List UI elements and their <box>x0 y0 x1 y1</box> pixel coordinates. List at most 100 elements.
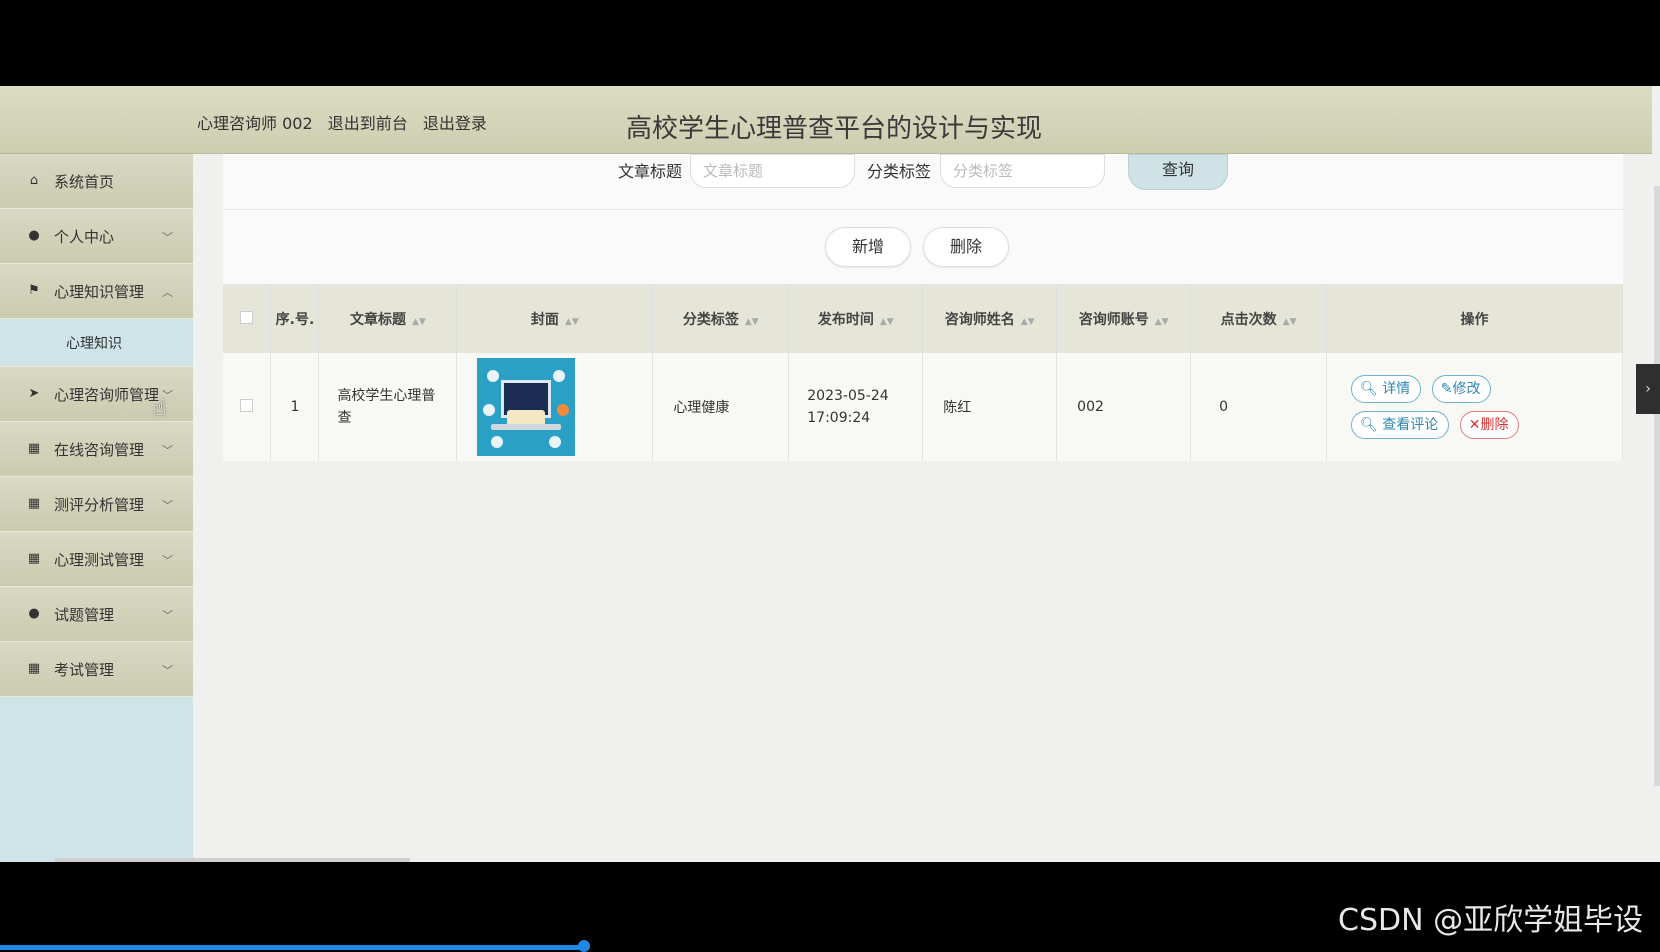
edit-button[interactable]: ✎修改 <box>1431 375 1492 403</box>
col-index: 序.号. <box>270 285 320 353</box>
main-content: 文章标题 分类标签 查询 新增 删除 序.号. 文章标题 ▲▼ 封面 ▲▼ 分类标签… <box>223 154 1623 461</box>
top-header: 心理咨询师 002 退出到前台 退出登录 高校学生心理普查平台的设计与实现 <box>0 86 1652 154</box>
sidebar-item-profile[interactable]: ● 个人中心 ﹀ <box>0 209 193 264</box>
search-icon: 🔍︎ <box>1360 381 1378 397</box>
user-icon: ● <box>28 228 40 243</box>
sidebar-item-label: 考试管理 <box>54 660 115 679</box>
view-comments-button[interactable]: 🔍︎ 查看评论 <box>1351 411 1450 439</box>
sidebar-item-label: 试题管理 <box>54 605 115 624</box>
chevron-down-icon: ﹀ <box>162 609 173 622</box>
logout-link[interactable]: 退出登录 <box>423 114 487 133</box>
flag-icon: ⚑ <box>28 283 40 298</box>
watermark: CSDN @亚欣学姐毕设 <box>1338 903 1644 938</box>
col-counselor-name[interactable]: 咨询师姓名 ▲▼ <box>922 285 1058 353</box>
home-icon: ⌂ <box>29 173 39 188</box>
col-clicks[interactable]: 点击次数 ▲▼ <box>1190 285 1328 353</box>
sidebar-item-tests[interactable]: ▦ 心理测试管理 ﹀ <box>0 532 193 587</box>
col-cover[interactable]: 封面 ▲▼ <box>456 285 654 353</box>
sort-icon: ▲▼ <box>1020 317 1035 327</box>
row-cover-cell <box>456 353 654 461</box>
chevron-down-icon: ﹀ <box>162 444 173 457</box>
query-button[interactable]: 查询 <box>1128 154 1228 190</box>
select-all-header <box>223 285 272 353</box>
col-category[interactable]: 分类标签 ▲▼ <box>652 285 790 353</box>
video-progress-bar[interactable] <box>0 945 583 950</box>
chevron-down-icon: ﹀ <box>162 554 173 567</box>
col-time-label: 发布时间 <box>817 312 874 328</box>
row-delete-button[interactable]: ✕删除 <box>1459 411 1520 439</box>
video-progress-handle[interactable] <box>578 940 590 952</box>
sidebar-item-analysis[interactable]: ▦ 测评分析管理 ﹀ <box>0 477 193 532</box>
chevron-down-icon: ﹀ <box>162 499 173 512</box>
grid-icon: ▦ <box>27 661 41 676</box>
sidebar-item-label: 在线咨询管理 <box>54 440 145 459</box>
sidebar-item-label: 系统首页 <box>54 172 115 191</box>
col-counselor-name-label: 咨询师姓名 <box>944 312 1015 328</box>
horizontal-scrollbar[interactable] <box>55 858 410 862</box>
row-checkbox[interactable] <box>240 398 254 412</box>
row-counselor-account: 002 <box>1056 353 1192 461</box>
comments-label: 查看评论 <box>1382 417 1439 433</box>
search-icon: 🔍︎ <box>1360 417 1378 433</box>
back-to-front-link[interactable]: 退出到前台 <box>328 114 408 133</box>
sort-icon: ▲▼ <box>411 317 426 327</box>
edit-icon: ✎ <box>1440 381 1453 397</box>
row-counselor-name: 陈红 <box>922 353 1058 461</box>
col-ops: 操作 <box>1326 285 1623 353</box>
chevron-right-icon: › <box>1645 381 1651 397</box>
sidebar-item-label: 心理测试管理 <box>54 550 145 569</box>
close-icon: ✕ <box>1468 417 1481 433</box>
col-title-label: 文章标题 <box>349 312 406 328</box>
sort-icon: ▲▼ <box>564 317 579 327</box>
sidebar-item-knowledge[interactable]: ⚑ 心理知识管理 ︿ <box>0 264 193 319</box>
sort-icon: ▲▼ <box>1282 317 1297 327</box>
row-select-cell <box>223 353 272 461</box>
select-all-checkbox[interactable] <box>240 310 254 324</box>
cover-image[interactable] <box>477 358 576 456</box>
table-header-row: 序.号. 文章标题 ▲▼ 封面 ▲▼ 分类标签 ▲▼ 发布时间 ▲▼ 咨询师姓名 ▲▼ 咨… <box>223 285 1623 353</box>
search-panel: 文章标题 分类标签 查询 <box>223 154 1623 210</box>
expand-panel-button[interactable]: › <box>1636 364 1660 414</box>
col-cover-label: 封面 <box>530 312 559 328</box>
sidebar: ⌂ 系统首页 ● 个人中心 ﹀ ⚑ 心理知识管理 ︿ 心理知识 ➤ 心理咨询师管… <box>0 154 193 862</box>
col-counselor-account[interactable]: 咨询师账号 ▲▼ <box>1056 285 1192 353</box>
chevron-up-icon: ︿ <box>162 286 173 299</box>
sidebar-item-home[interactable]: ⌂ 系统首页 <box>0 154 193 209</box>
add-button[interactable]: 新增 <box>825 227 911 267</box>
sidebar-item-questions[interactable]: ● 试题管理 ﹀ <box>0 587 193 642</box>
chevron-down-icon: ﹀ <box>162 231 173 244</box>
detail-button[interactable]: 🔍︎ 详情 <box>1351 375 1422 403</box>
app-window: 心理咨询师 002 退出到前台 退出登录 高校学生心理普查平台的设计与实现 ⌂ … <box>0 86 1660 862</box>
sidebar-item-label: 个人中心 <box>54 227 115 246</box>
vertical-scrollbar[interactable] <box>1654 186 1660 786</box>
category-search-input[interactable] <box>940 154 1105 188</box>
delete-button[interactable]: 删除 <box>923 227 1009 267</box>
user-label: 心理咨询师 002 <box>197 114 313 133</box>
bulb-icon: ● <box>28 606 40 621</box>
sort-icon: ▲▼ <box>879 317 894 327</box>
page-title: 高校学生心理普查平台的设计与实现 <box>626 114 1043 144</box>
col-time[interactable]: 发布时间 ▲▼ <box>788 285 924 353</box>
title-search-input[interactable] <box>690 154 855 188</box>
user-bar: 心理咨询师 002 退出到前台 退出登录 <box>197 110 497 134</box>
row-clicks: 0 <box>1190 353 1328 461</box>
detail-label: 详情 <box>1382 381 1411 397</box>
grid-icon: ▦ <box>27 496 41 511</box>
row-ops: 🔍︎ 详情 ✎修改 🔍︎ 查看评论 ✕删除 <box>1326 353 1623 461</box>
mouse-cursor-icon: ☝ <box>153 396 167 421</box>
send-icon: ➤ <box>28 386 40 401</box>
sidebar-subitem-knowledge[interactable]: 心理知识 <box>0 319 193 367</box>
col-title[interactable]: 文章标题 ▲▼ <box>318 285 458 353</box>
edit-label: 修改 <box>1452 381 1481 397</box>
table-row: 1 高校学生心理普查 心理健康 2023-05-24 17:09:24 陈红 0… <box>223 353 1623 461</box>
category-search-label: 分类标签 <box>867 162 932 181</box>
sidebar-item-online-consult[interactable]: ▦ 在线咨询管理 ﹀ <box>0 422 193 477</box>
sort-icon: ▲▼ <box>744 317 759 327</box>
title-search-label: 文章标题 <box>618 162 683 181</box>
sidebar-item-exams[interactable]: ▦ 考试管理 ﹀ <box>0 642 193 697</box>
sidebar-item-label: 心理知识管理 <box>54 282 145 301</box>
action-panel: 新增 删除 <box>223 210 1623 285</box>
data-table: 序.号. 文章标题 ▲▼ 封面 ▲▼ 分类标签 ▲▼ 发布时间 ▲▼ 咨询师姓名 ▲▼ 咨… <box>223 285 1623 461</box>
sidebar-item-label: 心理咨询师管理 <box>54 385 160 404</box>
row-delete-label: 删除 <box>1480 417 1509 433</box>
